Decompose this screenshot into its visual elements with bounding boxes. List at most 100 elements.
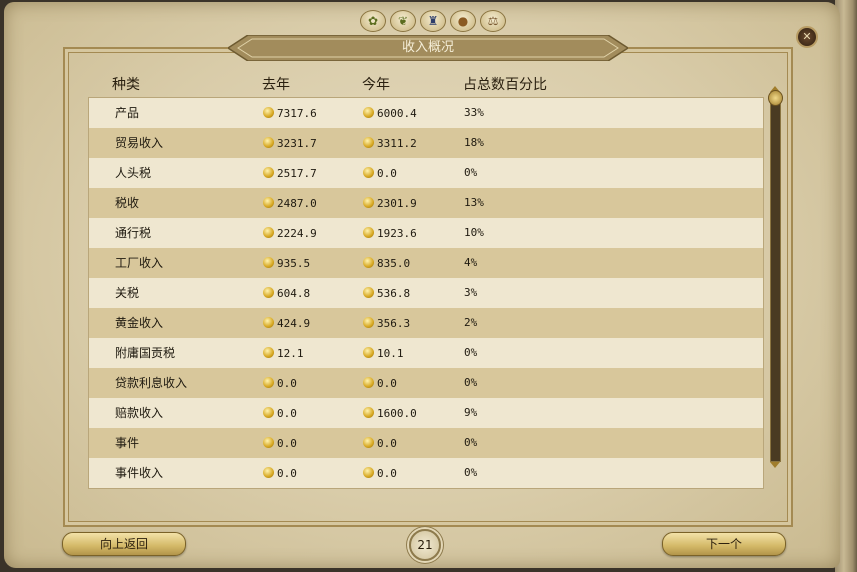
gold-coin-icon: [363, 107, 374, 118]
table-row: 关税 604.8 536.8 3%: [89, 278, 763, 308]
row-last-year: 3231.7: [263, 128, 317, 158]
row-last-year: 2487.0: [263, 188, 317, 218]
gold-coin-icon: [363, 347, 374, 358]
row-last-year: 604.8: [263, 278, 310, 308]
table-header: 种类 去年 今年 占总数百分比: [90, 74, 762, 94]
gold-coin-icon: [263, 407, 274, 418]
gold-coin-icon: [363, 257, 374, 268]
scroll-thumb[interactable]: [768, 90, 783, 106]
table-row: 贸易收入 3231.7 3311.2 18%: [89, 128, 763, 158]
row-this-year: 536.8: [363, 278, 410, 308]
row-percent: 33%: [464, 106, 484, 119]
table-row: 贷款利息收入 0.0 0.0 0%: [89, 368, 763, 398]
row-this-year: 0.0: [363, 458, 397, 488]
gold-coin-icon: [263, 347, 274, 358]
gold-coin-icon: [263, 167, 274, 178]
gold-coin-icon: [263, 437, 274, 448]
gold-coin-icon: [263, 257, 274, 268]
row-last-year: 0.0: [263, 368, 297, 398]
row-type: 工厂收入: [115, 256, 164, 270]
scroll-down-icon[interactable]: [770, 462, 780, 468]
next-button[interactable]: 下一个: [662, 532, 786, 556]
row-this-year: 1923.6: [363, 218, 417, 248]
row-this-year: 1600.0: [363, 398, 417, 428]
row-percent: 0%: [464, 346, 478, 359]
table-row: 税收 2487.0 2301.9 13%: [89, 188, 763, 218]
row-percent: 18%: [464, 136, 484, 149]
gold-coin-icon: [363, 167, 374, 178]
row-last-year: 0.0: [263, 428, 297, 458]
gold-coin-icon: [263, 467, 274, 478]
header-type: 种类: [112, 77, 140, 93]
gold-coin-icon: [263, 287, 274, 298]
table-row: 人头税 2517.7 0.0 0%: [89, 158, 763, 188]
harvest-icon[interactable]: ❦: [390, 10, 416, 32]
row-last-year: 2517.7: [263, 158, 317, 188]
row-this-year: 2301.9: [363, 188, 417, 218]
row-type: 关税: [115, 286, 140, 300]
income-table: 产品 7317.6 6000.4 33% 贸易收入 3231.7 3311.2 …: [88, 97, 764, 489]
row-type: 税收: [115, 196, 140, 210]
gold-coin-icon: [363, 137, 374, 148]
row-type: 贷款利息收入: [115, 376, 188, 390]
row-type: 事件收入: [115, 466, 164, 480]
row-this-year: 835.0: [363, 248, 410, 278]
title-banner: 收入概况: [228, 35, 628, 61]
row-last-year: 2224.9: [263, 218, 317, 248]
table-row: 黄金收入 424.9 356.3 2%: [89, 308, 763, 338]
row-last-year: 424.9: [263, 308, 310, 338]
header-last-year: 去年: [262, 77, 290, 93]
row-last-year: 0.0: [263, 458, 297, 488]
row-type: 附庸国贡税: [115, 346, 176, 360]
gold-coin-icon: [263, 227, 274, 238]
gold-coin-icon: [363, 227, 374, 238]
row-type: 人头税: [115, 166, 152, 180]
gold-coin-icon: [363, 407, 374, 418]
row-percent: 10%: [464, 226, 484, 239]
window-title: 收入概况: [401, 40, 454, 55]
scroll-track[interactable]: [770, 100, 781, 462]
page-number-badge: 21: [409, 529, 441, 561]
gold-coin-icon: [363, 467, 374, 478]
row-this-year: 356.3: [363, 308, 410, 338]
gold-coin-icon: [263, 377, 274, 388]
row-last-year: 12.1: [263, 338, 304, 368]
table-row: 通行税 2224.9 1923.6 10%: [89, 218, 763, 248]
row-last-year: 7317.6: [263, 98, 317, 128]
row-type: 赔款收入: [115, 406, 164, 420]
row-this-year: 0.0: [363, 368, 397, 398]
row-this-year: 6000.4: [363, 98, 417, 128]
header-this-year: 今年: [362, 77, 390, 93]
row-percent: 3%: [464, 286, 478, 299]
gold-coin-icon: [263, 197, 274, 208]
gold-coin-icon: [263, 107, 274, 118]
row-type: 事件: [115, 436, 140, 450]
row-type: 贸易收入: [115, 136, 164, 150]
row-percent: 0%: [464, 166, 478, 179]
trade-icon[interactable]: ⚖: [480, 10, 506, 32]
row-percent: 2%: [464, 316, 478, 329]
row-type: 产品: [115, 106, 140, 120]
row-percent: 4%: [464, 256, 478, 269]
table-row: 产品 7317.6 6000.4 33%: [89, 98, 763, 128]
close-button[interactable]: ✕: [796, 26, 818, 48]
castle-icon[interactable]: ♜: [420, 10, 446, 32]
gold-coin-icon: [363, 317, 374, 328]
table-row: 事件收入 0.0 0.0 0%: [89, 458, 763, 488]
row-percent: 0%: [464, 376, 478, 389]
table-row: 事件 0.0 0.0 0%: [89, 428, 763, 458]
gold-coin-icon: [363, 197, 374, 208]
row-percent: 0%: [464, 436, 478, 449]
money-bag-icon[interactable]: ●: [450, 10, 476, 32]
wheat-icon[interactable]: ✿: [360, 10, 386, 32]
row-this-year: 0.0: [363, 428, 397, 458]
gold-coin-icon: [263, 137, 274, 148]
back-button[interactable]: 向上返回: [62, 532, 186, 556]
table-row: 赔款收入 0.0 1600.0 9%: [89, 398, 763, 428]
row-percent: 0%: [464, 466, 478, 479]
row-percent: 13%: [464, 196, 484, 209]
table-row: 附庸国贡税 12.1 10.1 0%: [89, 338, 763, 368]
row-last-year: 935.5: [263, 248, 310, 278]
vertical-scrollbar[interactable]: [768, 86, 783, 468]
row-this-year: 3311.2: [363, 128, 417, 158]
